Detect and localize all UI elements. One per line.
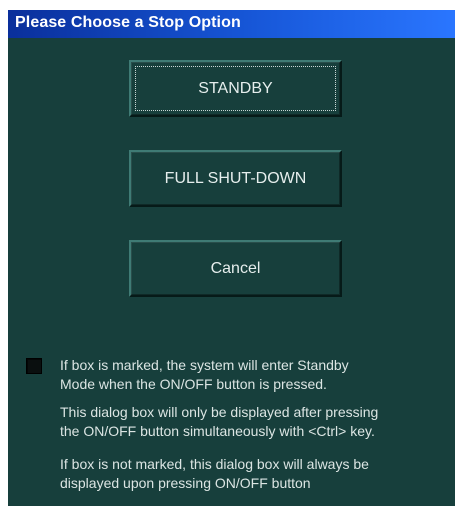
- cancel-button-label: Cancel: [210, 259, 261, 277]
- checkbox-label: If box is marked, the system will enter …: [60, 357, 349, 392]
- info-text-ctrl-key: This dialog box will only be displayed a…: [60, 404, 379, 439]
- cancel-button[interactable]: Cancel: [129, 240, 342, 297]
- dialog-title: Please Choose a Stop Option: [15, 14, 241, 31]
- info-text-not-marked: If box is not marked, this dialog box wi…: [60, 456, 369, 491]
- stop-option-dialog: Please Choose a Stop Option STANDBY FULL…: [8, 10, 455, 506]
- standby-button[interactable]: STANDBY: [129, 60, 342, 117]
- standby-mode-checkbox[interactable]: [26, 358, 42, 374]
- full-shutdown-button[interactable]: FULL SHUT-DOWN: [129, 150, 342, 207]
- full-shutdown-button-label: FULL SHUT-DOWN: [164, 169, 307, 187]
- standby-button-label: STANDBY: [198, 79, 273, 97]
- dialog-titlebar: Please Choose a Stop Option: [8, 10, 455, 38]
